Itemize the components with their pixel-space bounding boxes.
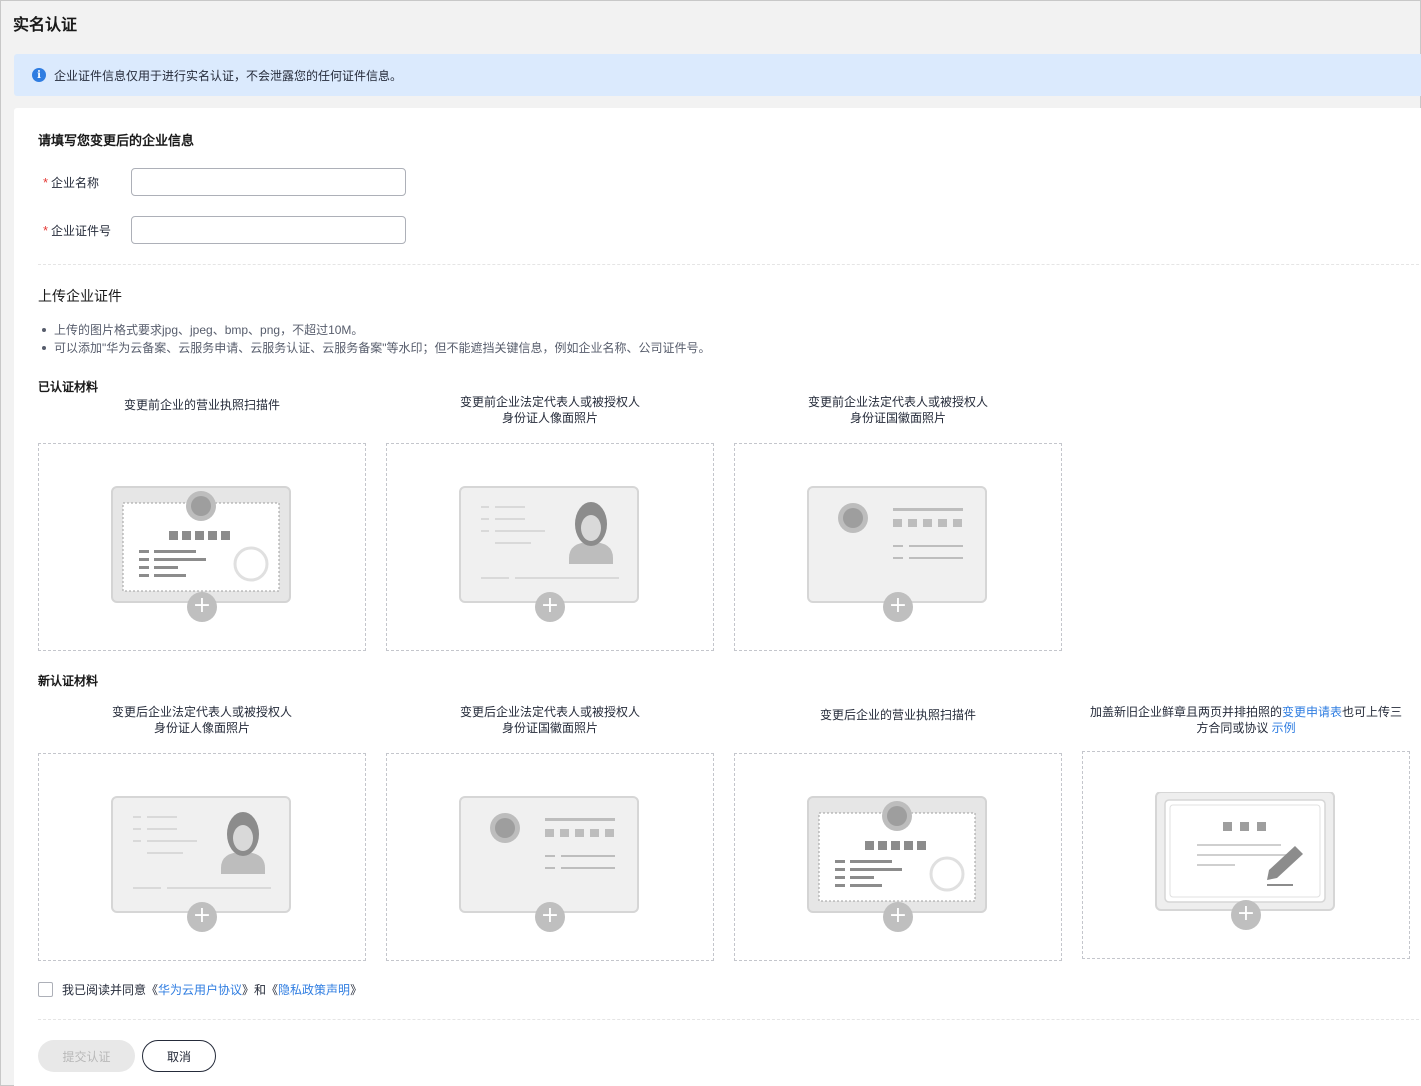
upload-caption: 变更前企业的营业执照扫描件 <box>123 398 280 412</box>
add-icon: + <box>1231 900 1261 930</box>
upload-caption: 变更后企业法定代表人或被授权人 身份证国徽面照片 <box>459 705 640 735</box>
upload-caption: 变更后企业法定代表人或被授权人 身份证人像面照片 <box>111 705 292 735</box>
section-title: 请填写您变更后的企业信息 <box>38 133 195 148</box>
new-materials-title: 新认证材料 <box>38 674 99 688</box>
divider <box>38 1019 1421 1020</box>
rule-item: 上传的图片格式要求jpg、jpeg、bmp、png，不超过10M。 <box>38 321 711 339</box>
info-notice: i 企业证件信息仅用于进行实名认证，不会泄露您的任何证件信息。 <box>14 54 1421 96</box>
add-icon: + <box>535 902 565 932</box>
submit-button[interactable]: 提交认证 <box>38 1040 135 1072</box>
company-id-input[interactable] <box>131 216 406 244</box>
id-emblem-illustration-icon <box>459 796 639 913</box>
privacy-policy-link[interactable]: 隐私政策声明 <box>278 981 350 998</box>
divider <box>38 264 1421 265</box>
company-name-row: * 企业名称 <box>38 168 406 196</box>
id-portrait-illustration-icon <box>459 486 639 603</box>
upload-box-new-id-front[interactable]: + <box>38 753 366 961</box>
upload-caption: 变更前企业法定代表人或被授权人 身份证人像面照片 <box>459 395 640 425</box>
add-icon: + <box>187 902 217 932</box>
example-link[interactable]: 示例 <box>1272 721 1296 735</box>
rule-item: 可以添加"华为云备案、云服务申请、云服务认证、云服务备案"等水印；但不能遮挡关键… <box>38 339 711 357</box>
upload-caption: 变更前企业法定代表人或被授权人 身份证国徽面照片 <box>807 395 988 425</box>
company-name-label: 企业名称 <box>51 175 100 190</box>
agreement-row: 我已阅读并同意《 华为云用户协议 》和《 隐私政策声明》 <box>38 981 362 998</box>
upload-caption: 变更后企业的营业执照扫描件 <box>819 708 976 722</box>
upload-title: 上传企业证件 <box>38 288 122 304</box>
user-agreement-link[interactable]: 华为云用户协议 <box>158 981 242 998</box>
company-id-row: * 企业证件号 <box>38 216 406 244</box>
id-emblem-illustration-icon <box>807 486 987 603</box>
company-id-label: 企业证件号 <box>51 223 112 238</box>
upload-caption: 加盖新旧企业鲜章且两页并排拍照的变更申请表也可上传三 方合同或协议 示例 <box>1089 705 1403 735</box>
contract-illustration-icon <box>1155 792 1335 911</box>
form-card: 请填写您变更后的企业信息 * 企业名称 * 企业证件号 上传企业证件 上传的图片… <box>14 108 1421 1086</box>
upload-box-change-form[interactable]: + <box>1082 751 1410 959</box>
upload-box-new-license[interactable]: + <box>734 753 1062 961</box>
add-icon: + <box>883 592 913 622</box>
info-icon: i <box>32 68 46 82</box>
upload-rules: 上传的图片格式要求jpg、jpeg、bmp、png，不超过10M。 可以添加"华… <box>38 321 711 357</box>
add-icon: + <box>883 902 913 932</box>
agreement-checkbox[interactable] <box>38 982 53 997</box>
upload-box-old-id-back[interactable]: + <box>734 443 1062 651</box>
change-form-link[interactable]: 变更申请表 <box>1282 705 1342 719</box>
old-materials-title: 已认证材料 <box>38 380 99 394</box>
id-portrait-illustration-icon <box>111 796 291 913</box>
business-license-illustration-icon <box>807 796 987 913</box>
upload-box-old-license[interactable]: + <box>38 443 366 651</box>
page-title: 实名认证 <box>13 17 78 34</box>
notice-text: 企业证件信息仅用于进行实名认证，不会泄露您的任何证件信息。 <box>54 68 403 83</box>
company-name-input[interactable] <box>131 168 406 196</box>
required-mark: * <box>42 174 48 190</box>
upload-box-old-id-front[interactable]: + <box>386 443 714 651</box>
required-mark: * <box>42 222 48 238</box>
cancel-button[interactable]: 取消 <box>142 1040 216 1072</box>
add-icon: + <box>535 592 565 622</box>
add-icon: + <box>187 592 217 622</box>
upload-box-new-id-back[interactable]: + <box>386 753 714 961</box>
business-license-illustration-icon <box>111 486 291 603</box>
